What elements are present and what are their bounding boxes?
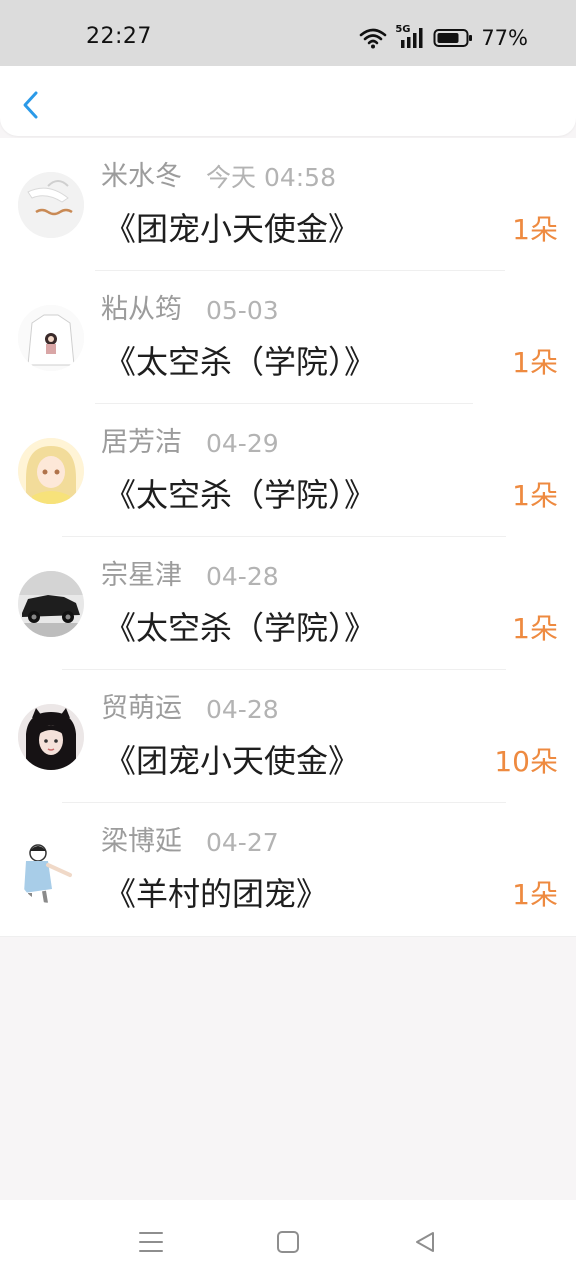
user-name: 贸萌运 bbox=[101, 693, 182, 724]
home-square-icon bbox=[277, 1231, 299, 1253]
date: 04-28 bbox=[206, 562, 279, 591]
back-nav-button[interactable] bbox=[405, 1222, 445, 1262]
system-nav-bar bbox=[0, 1200, 576, 1280]
gift-count: 1朵 bbox=[512, 346, 558, 379]
book-title[interactable]: 《太空杀（学院）》 bbox=[104, 474, 376, 516]
gift-record-list: 米水冬 今天 04:58 《团宠小天使金》 1朵 粘从筠 05-03 《太空杀（… bbox=[0, 138, 576, 937]
list-item[interactable]: 贸萌运 04-28 《团宠小天使金》 10朵 bbox=[0, 670, 576, 803]
list-item[interactable]: 米水冬 今天 04:58 《团宠小天使金》 1朵 bbox=[0, 138, 576, 271]
wifi-icon bbox=[360, 28, 387, 49]
avatar[interactable] bbox=[18, 172, 84, 238]
list-item[interactable]: 宗星津 04-28 《太空杀（学院）》 1朵 bbox=[0, 537, 576, 670]
gift-count: 1朵 bbox=[512, 612, 558, 645]
status-icons: 5G 77% bbox=[359, 24, 528, 52]
book-title[interactable]: 《羊村的团宠》 bbox=[104, 873, 328, 915]
user-name: 梁博延 bbox=[101, 826, 182, 857]
menu-button[interactable] bbox=[131, 1222, 171, 1262]
avatar[interactable] bbox=[18, 704, 84, 770]
date: 04-29 bbox=[206, 429, 279, 458]
avatar[interactable] bbox=[18, 438, 84, 504]
user-name: 宗星津 bbox=[101, 560, 182, 591]
gift-count: 1朵 bbox=[512, 878, 558, 911]
gift-count: 1朵 bbox=[512, 213, 558, 246]
book-title[interactable]: 《团宠小天使金》 bbox=[104, 740, 360, 782]
battery-percent: 77% bbox=[481, 26, 528, 50]
signal-5g-icon: 5G bbox=[395, 24, 425, 49]
user-name: 居芳洁 bbox=[101, 427, 182, 458]
date: 04-27 bbox=[206, 828, 279, 857]
book-title[interactable]: 《太空杀（学院）》 bbox=[104, 607, 376, 649]
divider bbox=[0, 936, 576, 937]
user-name: 粘从筠 bbox=[101, 294, 182, 325]
date: 今天 04:58 bbox=[206, 163, 336, 192]
gift-count: 10朵 bbox=[494, 745, 558, 778]
battery-icon bbox=[433, 29, 473, 47]
status-time: 22:27 bbox=[86, 24, 152, 49]
avatar[interactable] bbox=[18, 571, 84, 637]
book-title[interactable]: 《团宠小天使金》 bbox=[104, 208, 360, 250]
back-triangle-icon bbox=[416, 1232, 434, 1252]
date: 04-28 bbox=[206, 695, 279, 724]
list-item[interactable]: 梁博延 04-27 《羊村的团宠》 1朵 bbox=[0, 803, 576, 937]
header bbox=[0, 66, 576, 136]
gift-count: 1朵 bbox=[512, 479, 558, 512]
list-item[interactable]: 居芳洁 04-29 《太空杀（学院）》 1朵 bbox=[0, 404, 576, 537]
home-button[interactable] bbox=[268, 1222, 308, 1262]
user-name: 米水冬 bbox=[101, 161, 182, 192]
date: 05-03 bbox=[206, 296, 279, 325]
list-item[interactable]: 粘从筠 05-03 《太空杀（学院）》 1朵 bbox=[0, 271, 576, 404]
menu-icon bbox=[139, 1232, 163, 1252]
status-bar: 22:27 5G 77% bbox=[0, 0, 576, 68]
avatar[interactable] bbox=[18, 305, 84, 371]
chevron-left-icon bbox=[23, 91, 38, 119]
back-button[interactable] bbox=[14, 88, 48, 122]
avatar[interactable] bbox=[18, 837, 84, 903]
book-title[interactable]: 《太空杀（学院）》 bbox=[104, 341, 376, 383]
